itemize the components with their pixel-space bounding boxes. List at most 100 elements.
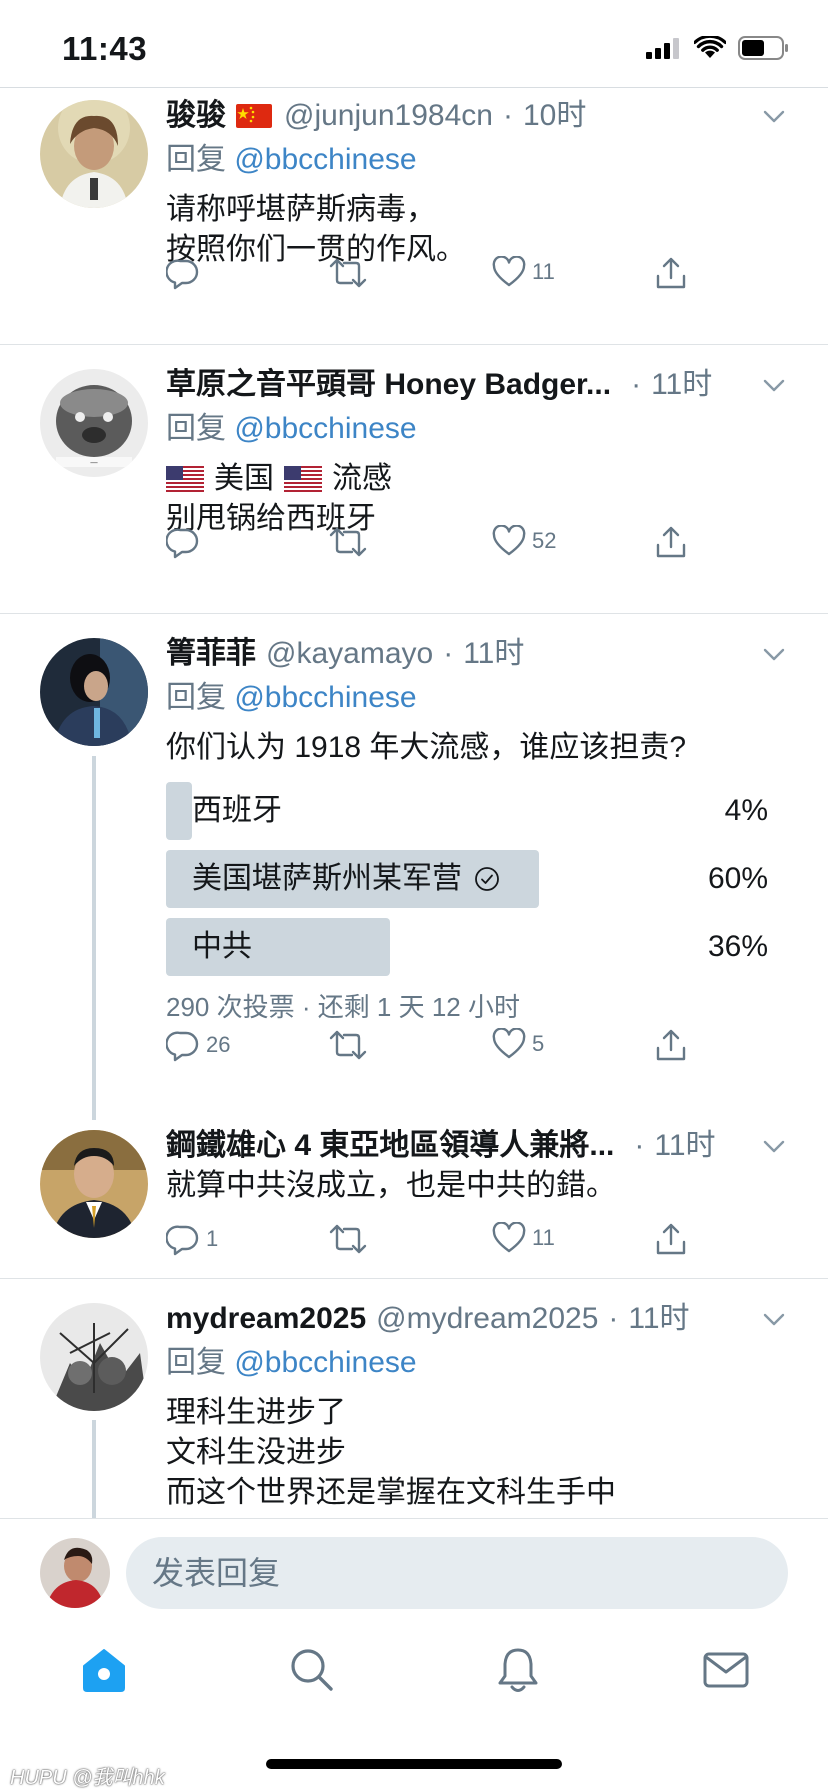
status-bar: 11:43: [0, 0, 828, 88]
avatar[interactable]: —: [40, 369, 148, 477]
retweet-button[interactable]: [328, 256, 368, 290]
poll-option-label: 中共: [192, 930, 252, 963]
reply-icon: [166, 1225, 199, 1256]
like-button[interactable]: 11: [492, 256, 555, 288]
tweet[interactable]: 鋼鐵雄心 4 東亞地區領導人兼將... · 11时 就算中共沒成立，也是中共的錯…: [0, 1104, 828, 1274]
reply-mention-link[interactable]: @bbcchinese: [234, 1346, 416, 1379]
retweet-icon: [329, 527, 367, 557]
chevron-down-icon[interactable]: [760, 640, 788, 668]
retweet-button[interactable]: [328, 525, 368, 559]
heart-icon: [492, 256, 526, 287]
separator-dot: ·: [608, 1302, 619, 1335]
tab-bar: [0, 1630, 828, 1720]
home-indicator[interactable]: [266, 1759, 562, 1769]
chevron-down-icon[interactable]: [760, 371, 788, 399]
reply-mention-link[interactable]: @bbcchinese: [234, 681, 416, 714]
like-button[interactable]: 11: [492, 1222, 555, 1254]
tweet[interactable]: 骏骏 @junjun1984cn · 10时 回复 @bbcchinese 请称…: [0, 88, 828, 344]
share-icon: [656, 526, 686, 558]
avatar[interactable]: [40, 100, 148, 208]
wifi-icon: [694, 36, 726, 58]
author-handle[interactable]: @junjun1984cn: [284, 96, 493, 136]
reply-input[interactable]: 发表回复: [126, 1537, 788, 1609]
watermark: HUPU @我叫hhk: [10, 1767, 165, 1789]
tab-home[interactable]: [78, 1644, 130, 1696]
like-button[interactable]: 5: [492, 1028, 544, 1060]
tweet-actions: 26 5: [166, 1028, 788, 1068]
retweet-button[interactable]: [328, 1028, 368, 1062]
author-handle[interactable]: @mydream2025: [376, 1299, 598, 1339]
poll-option-label: 美国堪萨斯州某军营: [192, 862, 462, 895]
tweet[interactable]: — 草原之音平頭哥 Honey Badger... · 11时 回复 @bbcc…: [0, 345, 828, 613]
heart-icon: [492, 525, 526, 556]
avatar[interactable]: [40, 1130, 148, 1238]
timestamp: 11时: [628, 1302, 690, 1335]
heart-icon: [492, 1222, 526, 1253]
reply-context: 回复 @bbcchinese: [166, 143, 417, 176]
tweet[interactable]: mydream2025 @mydream2025 · 11时 回复 @bbcch…: [0, 1279, 828, 1518]
china-flag-icon: [236, 104, 272, 128]
reply-button[interactable]: [166, 525, 200, 559]
tweet[interactable]: 箐菲菲 @kayamayo · 11时 回复 @bbcchinese 你们认为 …: [0, 614, 828, 1104]
avatar[interactable]: [40, 1303, 148, 1411]
like-count: 11: [532, 1225, 555, 1250]
reply-mention-link[interactable]: @bbcchinese: [234, 412, 416, 445]
reply-icon: [166, 1031, 199, 1062]
poll-option-percent: 60%: [707, 862, 768, 895]
reply-context: 回复 @bbcchinese: [166, 1346, 417, 1379]
share-button[interactable]: [654, 1028, 688, 1062]
author-name[interactable]: 鋼鐵雄心 4 東亞地區領導人兼將...: [166, 1126, 614, 1166]
tab-notifications[interactable]: [492, 1644, 544, 1696]
heart-icon: [492, 1028, 526, 1059]
chevron-down-icon[interactable]: [760, 1132, 788, 1160]
reply-button[interactable]: 26: [166, 1028, 230, 1062]
tweet-actions: 52: [166, 525, 788, 565]
us-flag-icon: [284, 466, 322, 492]
retweet-button[interactable]: [328, 1222, 368, 1256]
poll-option: 美国堪萨斯州某军营 60%: [166, 850, 788, 908]
tab-search[interactable]: [286, 1644, 338, 1696]
poll-option-percent: 36%: [707, 930, 768, 963]
retweet-icon: [329, 1224, 367, 1254]
check-circle-icon: [475, 867, 499, 891]
separator-dot: ·: [631, 368, 642, 401]
author-name[interactable]: 箐菲菲: [166, 634, 256, 674]
status-time: 11:43: [62, 30, 148, 67]
separator-dot: ·: [634, 1129, 645, 1162]
share-button[interactable]: [654, 1222, 688, 1256]
author-name[interactable]: 草原之音平頭哥 Honey Badger...: [166, 365, 611, 405]
tab-messages[interactable]: [700, 1644, 752, 1696]
notifications-icon: [498, 1648, 538, 1692]
my-avatar[interactable]: [40, 1538, 110, 1608]
reply-count: 26: [206, 1032, 231, 1057]
reply-button[interactable]: [166, 256, 200, 290]
share-icon: [656, 1223, 686, 1255]
poll-option-label: 西班牙: [192, 794, 282, 827]
reply-input-placeholder: 发表回复: [152, 1555, 281, 1591]
reply-icon: [166, 259, 199, 290]
reply-mention-link[interactable]: @bbcchinese: [234, 143, 416, 176]
tweet-text: 你们认为 1918 年大流感，谁应该担责?: [166, 731, 687, 764]
poll: 西班牙 4% 美国堪萨斯州某军营 60% 中共 36%: [166, 782, 788, 976]
reply-context: 回复 @bbcchinese: [166, 681, 417, 714]
author-name[interactable]: 骏骏: [166, 96, 226, 136]
timestamp: 11时: [654, 1129, 716, 1162]
chevron-down-icon[interactable]: [760, 102, 788, 130]
share-icon: [656, 1029, 686, 1061]
share-button[interactable]: [654, 525, 688, 559]
poll-option: 中共 36%: [166, 918, 788, 976]
messages-icon: [703, 1652, 749, 1688]
chevron-down-icon[interactable]: [760, 1305, 788, 1333]
author-name[interactable]: mydream2025: [166, 1299, 366, 1339]
share-button[interactable]: [654, 256, 688, 290]
author-handle[interactable]: @kayamayo: [266, 634, 433, 674]
tweet-text: 就算中共沒成立，也是中共的錯。: [166, 1169, 616, 1202]
tweet-actions: 11: [166, 256, 788, 296]
reply-button[interactable]: 1: [166, 1222, 218, 1256]
like-button[interactable]: 52: [492, 525, 556, 557]
composer-divider: [0, 1518, 828, 1519]
avatar[interactable]: [40, 638, 148, 746]
separator-dot: ·: [443, 637, 454, 670]
retweet-icon: [329, 258, 367, 288]
share-icon: [656, 257, 686, 289]
